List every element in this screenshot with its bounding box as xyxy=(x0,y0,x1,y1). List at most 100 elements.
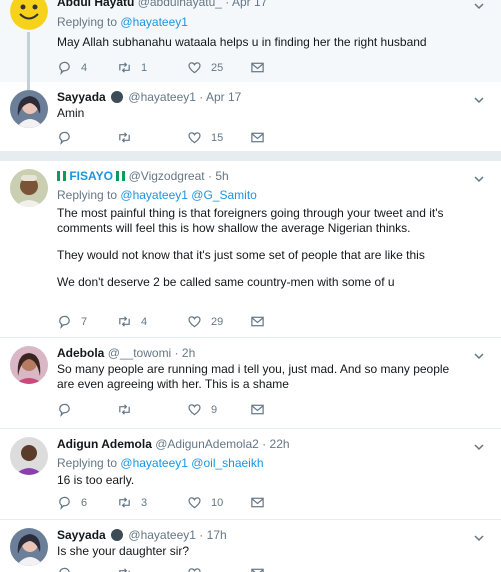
display-name[interactable]: Sayyada xyxy=(57,90,106,104)
tweet-time[interactable]: 22h xyxy=(270,437,290,451)
reply-icon xyxy=(59,496,70,510)
retweet-count: 3 xyxy=(141,496,148,509)
chevron-down-icon[interactable] xyxy=(473,532,485,544)
like-button[interactable]: 25 xyxy=(187,60,223,75)
separator-dot: · xyxy=(174,346,179,360)
user-handle[interactable]: @hayateey1 xyxy=(128,90,196,104)
message-button[interactable] xyxy=(250,495,265,510)
retweet-button[interactable] xyxy=(117,566,132,572)
tweet-adigun-ademola[interactable]: Adigun Ademola @AdigunAdemola2 · 22h Rep… xyxy=(0,429,501,521)
retweet-button[interactable]: 1 xyxy=(117,60,147,75)
reply-icon xyxy=(59,403,70,417)
tweet-header: Adigun Ademola @AdigunAdemola2 · 22h xyxy=(57,437,290,452)
tweet-adebola[interactable]: Adebola @__towomi · 2h So many people ar… xyxy=(0,338,501,430)
tweet-paragraph: 16 is too early. xyxy=(57,473,135,487)
reply-button[interactable]: 6 xyxy=(57,495,87,510)
user-handle[interactable]: @hayateey1 xyxy=(128,528,196,542)
message-button[interactable] xyxy=(250,60,265,75)
replying-to: Replying to @hayateey1 @G_Samito xyxy=(57,188,257,203)
tweet-paragraph: May Allah subhanahu wataala helps u in f… xyxy=(57,35,427,49)
replying-to: Replying to @hayateey1 xyxy=(57,15,188,30)
avatar[interactable] xyxy=(10,346,48,384)
avatar[interactable] xyxy=(10,528,48,566)
mention-link[interactable]: @hayateey1 xyxy=(120,456,188,470)
tweet-header: Adebola @__towomi · 2h xyxy=(57,346,195,361)
tweet-sayyada-question[interactable]: Sayyada @hayateey1 · 17h Is she your dau… xyxy=(0,520,501,572)
retweet-button[interactable]: 4 xyxy=(117,314,147,329)
tweet-header: Abdul Hayatu @abdulhayatu_ · Apr 17 xyxy=(57,0,267,10)
reply-button[interactable]: 7 xyxy=(57,314,87,329)
message-button[interactable] xyxy=(250,402,265,417)
mention-link[interactable]: @hayateey1 xyxy=(120,15,188,29)
flag-icon xyxy=(63,171,66,181)
mention-link[interactable]: @oil_shaeikh xyxy=(191,456,263,470)
tweet-sayyada-amin[interactable]: Sayyada @hayateey1 · Apr 17 Amin 15 xyxy=(0,82,501,150)
reply-button[interactable] xyxy=(57,566,72,572)
retweet-count: 1 xyxy=(141,61,148,74)
retweet-icon xyxy=(119,62,130,73)
tweet-paragraph: Amin xyxy=(57,106,85,120)
user-handle[interactable]: @abdulhayatu_ xyxy=(138,0,222,9)
tweet-text: So many people are running mad i tell yo… xyxy=(57,362,469,392)
avatar[interactable] xyxy=(10,169,48,207)
tweet-time[interactable]: Apr 17 xyxy=(232,0,267,9)
mention-link[interactable]: @G_Samito xyxy=(191,188,257,202)
reply-button[interactable] xyxy=(57,402,81,417)
display-name[interactable]: FISAYO xyxy=(69,169,113,183)
user-handle[interactable]: @AdigunAdemola2 xyxy=(155,437,259,451)
reply-button[interactable] xyxy=(57,130,81,145)
message-button[interactable] xyxy=(250,566,265,572)
retweet-button[interactable] xyxy=(117,402,141,417)
retweet-button[interactable] xyxy=(117,130,141,145)
reply-count: 7 xyxy=(81,315,88,328)
envelope-icon xyxy=(251,316,264,327)
heart-icon xyxy=(188,568,201,572)
retweet-button[interactable]: 3 xyxy=(117,495,147,510)
like-button[interactable]: 10 xyxy=(187,495,223,510)
like-button[interactable]: 29 xyxy=(187,314,223,329)
chevron-down-icon[interactable] xyxy=(473,441,485,453)
display-name[interactable]: Adebola xyxy=(57,346,104,360)
reply-prefix: Replying to xyxy=(57,15,118,29)
chevron-down-icon[interactable] xyxy=(473,350,485,362)
chevron-down-icon[interactable] xyxy=(473,94,485,106)
like-button[interactable]: 9 xyxy=(187,402,217,417)
user-handle[interactable]: @Vigzodgreat xyxy=(129,169,205,183)
tweet-time[interactable]: Apr 17 xyxy=(206,90,241,104)
avatar[interactable] xyxy=(10,437,48,475)
avatar-smiley[interactable] xyxy=(10,0,48,30)
reply-icon xyxy=(59,131,70,145)
chevron-down-icon[interactable] xyxy=(473,0,485,12)
tweet-paragraph: We don't deserve 2 be called same countr… xyxy=(57,275,395,289)
reply-icon xyxy=(59,315,70,329)
tweet-text: Amin xyxy=(57,106,469,121)
tweet-time[interactable]: 2h xyxy=(182,346,195,360)
reply-button[interactable]: 4 xyxy=(57,60,87,75)
like-button[interactable] xyxy=(187,566,202,572)
separator-dot: · xyxy=(225,0,230,9)
reply-count: 4 xyxy=(81,61,88,74)
tweet-fisayo[interactable]: FISAYO @Vigzodgreat · 5h Replying to @ha… xyxy=(0,161,501,337)
separator-dot: · xyxy=(262,437,267,451)
mention-link[interactable]: @hayateey1 xyxy=(120,188,188,202)
display-name[interactable]: Adigun Ademola xyxy=(57,437,152,451)
like-count: 10 xyxy=(211,496,224,509)
message-button[interactable] xyxy=(250,314,265,329)
envelope-icon xyxy=(251,62,264,73)
flag-icon xyxy=(122,171,126,181)
tweet-header: Sayyada @hayateey1 · 17h xyxy=(57,528,227,543)
tweet-time[interactable]: 5h xyxy=(215,169,228,183)
tweet-time[interactable]: 17h xyxy=(207,528,227,542)
chevron-down-icon[interactable] xyxy=(473,173,485,185)
like-button[interactable]: 15 xyxy=(187,130,223,145)
envelope-icon xyxy=(251,497,264,508)
message-button[interactable] xyxy=(250,130,265,145)
display-name[interactable]: Abdul Hayatu xyxy=(57,0,134,9)
envelope-icon xyxy=(251,132,264,143)
avatar[interactable] xyxy=(10,90,48,128)
user-handle[interactable]: @__towomi xyxy=(108,346,172,360)
display-name[interactable]: Sayyada xyxy=(57,528,106,542)
envelope-icon xyxy=(251,568,264,572)
like-count: 9 xyxy=(211,403,218,416)
like-count: 25 xyxy=(211,61,224,74)
